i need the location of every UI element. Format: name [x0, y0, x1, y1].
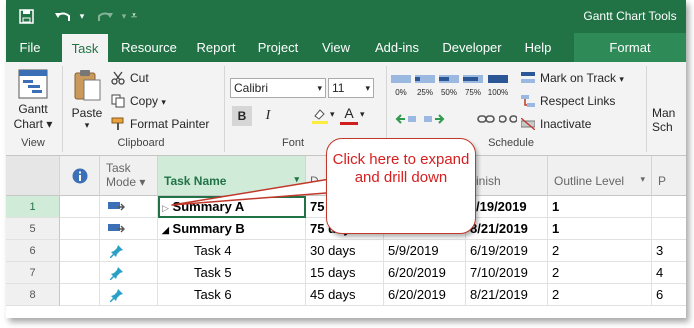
project-window: ▾ ▾ ⩡ Gantt Chart Tools File Task Resour…: [6, 0, 686, 318]
callout-box: Click here to expand and drill down: [326, 138, 476, 234]
